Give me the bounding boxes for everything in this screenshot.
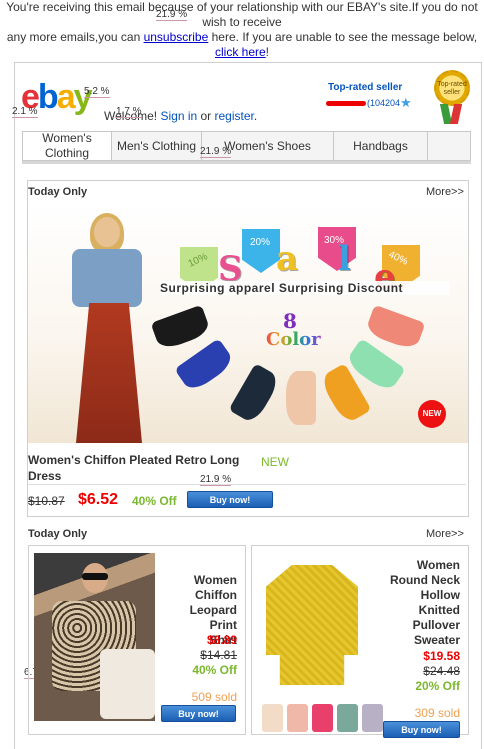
notice-text: here. If you are unable to see the messa… xyxy=(208,30,478,44)
category-nav: Women's Clothing Men's Clothing Women's … xyxy=(22,131,471,161)
skirt-image xyxy=(174,338,236,394)
color-thumbnails xyxy=(262,704,383,732)
product-title[interactable]: Women Round Neck Hollow Knitted Pullover… xyxy=(372,558,460,648)
product-image[interactable] xyxy=(34,553,155,721)
overlay-percent-label: 2.1 % xyxy=(12,106,38,118)
title-line: Pullover xyxy=(412,618,460,632)
medal-ribbon-icon xyxy=(439,104,463,124)
register-link[interactable]: register xyxy=(215,109,254,123)
buy-now-button[interactable]: Buy now! xyxy=(383,721,460,738)
color-thumbnail[interactable] xyxy=(312,704,333,732)
notice-line-2: any more emails,you can unsubscribe here… xyxy=(4,30,480,60)
sign-in-link[interactable]: Sign in xyxy=(160,109,197,123)
seller-star-icon: ★ xyxy=(400,95,412,110)
title-line: Women xyxy=(416,558,460,572)
title-line: Hollow xyxy=(420,588,460,602)
top-rated-medal-icon: Top-rated seller xyxy=(434,70,470,106)
model-image xyxy=(58,213,158,443)
discount-label: 40% Off xyxy=(192,663,237,677)
title-line: Leopard Print xyxy=(189,603,237,632)
new-price: $19.58 xyxy=(423,649,460,663)
sold-count: 309 sold xyxy=(414,706,460,720)
skirt-image xyxy=(150,304,212,352)
more-link[interactable]: More>> xyxy=(426,186,464,198)
sale-letter: a xyxy=(276,239,299,279)
color-thumbnail[interactable] xyxy=(287,704,308,732)
click-here-link[interactable]: click here xyxy=(215,45,266,59)
nav-item-mens-clothing[interactable]: Men's Clothing xyxy=(112,132,202,160)
product-title[interactable]: Women's Chiffon Pleated Retro Long Dress xyxy=(28,452,258,484)
old-price: $24.48 xyxy=(423,664,460,678)
old-price: $10.87 xyxy=(28,494,65,508)
overlay-percent-label: 5.2 % xyxy=(84,86,110,98)
logo-letter: a xyxy=(56,78,76,116)
discount-label: 40% Off xyxy=(132,494,177,508)
nav-underline xyxy=(22,161,471,164)
title-line: Chiffon xyxy=(195,588,237,602)
title-line: Women xyxy=(193,573,237,587)
unsubscribe-link[interactable]: unsubscribe xyxy=(144,30,209,44)
buy-now-button[interactable]: Buy now! xyxy=(187,491,273,508)
flag-20 xyxy=(242,229,280,273)
color-label: Color xyxy=(266,329,321,350)
product-image[interactable] xyxy=(258,555,366,695)
notice-text: ! xyxy=(265,45,270,59)
skirt-image xyxy=(286,371,316,425)
old-price: $14.81 xyxy=(200,648,237,662)
sale-banner[interactable]: 10% 20% 30% 40% S a l e Surprising appar… xyxy=(28,203,468,443)
overlay-percent-label: 1.7 % xyxy=(116,106,142,118)
new-badge: NEW xyxy=(418,400,446,428)
overlay-percent-label: 21.9 % xyxy=(200,146,232,158)
skirt-image xyxy=(364,304,426,352)
title-line: Sweater xyxy=(413,633,460,647)
sale-letter: l xyxy=(338,239,351,279)
skirt-image xyxy=(228,363,282,425)
color-thumbnail[interactable] xyxy=(337,704,358,732)
seller-info[interactable]: (104204 xyxy=(326,98,400,108)
medal-label: Top-rated seller xyxy=(437,81,467,96)
email-notice: You're receiving this email because of y… xyxy=(0,0,484,60)
nav-item-womens-clothing[interactable]: Women's Clothing xyxy=(23,131,112,160)
or-label: or xyxy=(197,109,215,123)
notice-text: any more emails,you can xyxy=(6,30,144,44)
color-thumbnail[interactable] xyxy=(262,704,283,732)
new-tag: NEW xyxy=(261,455,289,469)
title-line: Knitted xyxy=(418,603,460,617)
overlay-percent-label: 21.9 % xyxy=(156,9,188,21)
redacted-seller-name xyxy=(326,101,366,107)
banner-slogan: Surprising apparel Surprising Discount xyxy=(160,281,450,295)
color-thumbnail[interactable] xyxy=(362,704,383,732)
notice-line-1: You're receiving this email because of y… xyxy=(6,0,478,29)
divider xyxy=(28,484,466,485)
new-price: $6.52 xyxy=(78,491,119,508)
section-heading: Today Only xyxy=(28,186,88,198)
more-link[interactable]: More>> xyxy=(426,528,464,540)
percent-label: 20% xyxy=(250,237,271,248)
section-heading: Today Only xyxy=(28,528,88,540)
buy-now-button[interactable]: Buy now! xyxy=(161,705,236,722)
seller-title: Top-rated seller xyxy=(328,82,403,93)
nav-item-handbags[interactable]: Handbags xyxy=(334,132,428,160)
logo-letter: b xyxy=(37,78,59,116)
new-price: $8.89 xyxy=(206,633,237,647)
sold-count: 509 sold xyxy=(191,690,237,704)
seller-feedback-count: (104204 xyxy=(367,98,401,108)
discount-label: 20% Off xyxy=(415,679,460,693)
period-label: . xyxy=(253,109,258,123)
title-line: Round Neck xyxy=(389,573,460,587)
